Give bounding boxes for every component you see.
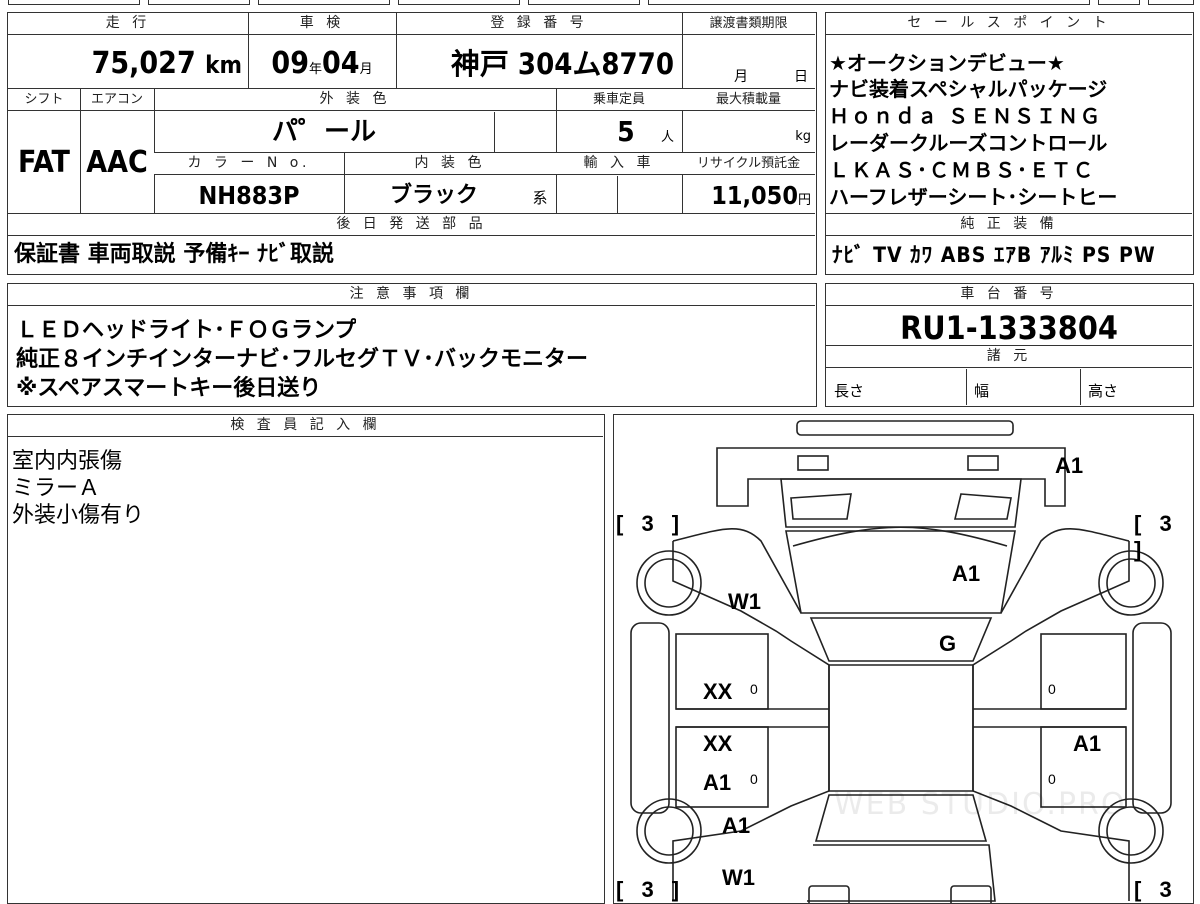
recycle-fee-header: リサイクル預託金: [682, 153, 815, 175]
mark-front-bumper: A1: [1055, 453, 1084, 478]
mark-left-rear: W1: [722, 865, 755, 890]
sales-point-line: Ｈｏｎｄａ ＳＥＮＳＩＮＧ: [829, 104, 1102, 128]
import-value: [556, 176, 682, 213]
height-label: 高さ: [1088, 382, 1119, 400]
sales-point-line: ハーフレザーシート･シートヒー: [829, 185, 1118, 209]
mark-right-rear-door-zero: 0: [1048, 771, 1056, 787]
interior-color-suffix: 系: [532, 189, 548, 207]
mark-left-front-door-zero: 0: [750, 681, 758, 697]
notes-line: ※スペアスマートキー後日送り: [16, 376, 322, 401]
transfer-deadline-value: 月 日: [734, 69, 808, 85]
mark-left-rear-door-zero: 0: [750, 771, 758, 787]
sales-point-line: ＬＫＡＳ･ＣＭＢＳ･ＥＴＣ: [829, 158, 1095, 182]
shift-value: FAT: [18, 145, 70, 180]
mark-left-rear-door-a1: A1: [703, 770, 732, 795]
max-load-value: kg: [795, 129, 811, 144]
summary-table: 走 行 車 検 登 録 番 号 譲渡書類期限 75,027 km 09年04月 …: [7, 12, 817, 275]
aircon-value: AAC: [86, 145, 148, 180]
inspection-value: 09年04月: [271, 46, 373, 81]
tyre-front-left: [ 3 ]: [616, 511, 686, 536]
mark-right-front-door-zero: 0: [1048, 681, 1056, 697]
sales-points-header: セ ー ル ス ポ イ ン ト: [826, 13, 1192, 35]
inspector-header: 検 査 員 記 入 欄: [8, 415, 603, 437]
car-outline-diagram: [630, 420, 1172, 903]
later-parts-header: 後 日 発 送 部 品: [8, 214, 815, 236]
notes-line: ＬＥＤヘッドライト･ＦＯＧランプ: [16, 318, 357, 343]
registration-value: 神戸 304ム8770: [450, 47, 674, 81]
mark-left-fender: W1: [728, 589, 761, 614]
import-header: 輸 入 車: [556, 153, 682, 175]
length-label: 長さ: [834, 382, 865, 400]
mark-left-front-door: XX: [703, 679, 733, 704]
max-load-header: 最大積載量: [682, 89, 815, 111]
mark-windshield: G: [939, 631, 957, 656]
aircon-header: エアコン: [80, 89, 154, 111]
shift-header: シフト: [8, 89, 80, 111]
equipment-header: 純 正 装 備: [826, 214, 1192, 236]
inspector-line: 外装小傷有り: [12, 503, 145, 528]
mileage-value: 75,027 km: [91, 46, 242, 81]
watermark: WEB STUDIO.PRO: [834, 787, 1127, 822]
sales-point-line: ★オークションデビュー★: [829, 51, 1065, 75]
chassis-header: 車 台 番 号: [826, 284, 1192, 306]
color-no-value: NH883P: [198, 181, 300, 210]
recycle-value: 11,050円: [711, 181, 811, 210]
mark-right-rear-door: A1: [1073, 731, 1102, 756]
top-clipped-strip: [0, 0, 1200, 8]
notes-header: 注 意 事 項 欄: [8, 284, 815, 306]
mileage-header: 走 行: [8, 13, 248, 35]
interior-color-value: ブラック: [389, 183, 478, 208]
exterior-color-header: 外 装 色: [154, 89, 556, 111]
mark-left-rear-door-xx: XX: [703, 731, 733, 756]
tyre-front-right: [ 3 ]: [1134, 511, 1178, 562]
inspection-header: 車 検: [248, 13, 396, 35]
exterior-color-value: パ゜ール: [271, 117, 376, 147]
damage-diagram-panel: WEB STUDIO.PRO [ 3 ] [ 3 ] [ 3 ] [ 3 ] A…: [613, 414, 1194, 904]
registration-header: 登 録 番 号: [396, 13, 682, 35]
later-parts-value: 保証書 車両取説 予備ｷｰ ﾅﾋﾞ取説: [14, 242, 334, 267]
inspector-panel: 検 査 員 記 入 欄 室内内張傷 ミラーＡ 外装小傷有り: [7, 414, 605, 904]
chassis-panel: 車 台 番 号 RU1-1333804 諸 元 長さ 幅 高さ: [825, 283, 1194, 407]
sales-points-panel: セ ー ル ス ポ イ ン ト ★オークションデビュー★ ナビ装着スペシャルパッ…: [825, 12, 1194, 275]
equipment-value: ﾅﾋﾞ TV ｶﾜ ABS ｴｱB ｱﾙﾐ PS PW: [832, 243, 1156, 267]
specs-header: 諸 元: [826, 346, 1192, 368]
notes-line: 純正８インチインターナビ･フルセグＴＶ･バックモニター: [16, 347, 589, 372]
interior-color-header: 内 装 色: [344, 153, 556, 175]
sales-point-line: レーダークルーズコントロール: [829, 131, 1108, 155]
mark-left-rear-fender: A1: [722, 813, 751, 838]
transfer-deadline-header: 譲渡書類期限: [682, 13, 815, 35]
color-no-header: カ ラ ー N o.: [154, 153, 344, 175]
width-label: 幅: [974, 382, 990, 400]
tyre-rear-left: [ 3 ]: [616, 877, 686, 902]
sales-point-line: ナビ装着スペシャルパッケージ: [829, 77, 1108, 101]
notes-panel: 注 意 事 項 欄 ＬＥＤヘッドライト･ＦＯＧランプ 純正８インチインターナビ･…: [7, 283, 817, 407]
capacity-header: 乗車定員: [556, 89, 682, 111]
capacity-value: 5 人: [617, 115, 674, 148]
mark-hood: A1: [952, 561, 981, 586]
chassis-value: RU1-1333804: [900, 309, 1118, 345]
